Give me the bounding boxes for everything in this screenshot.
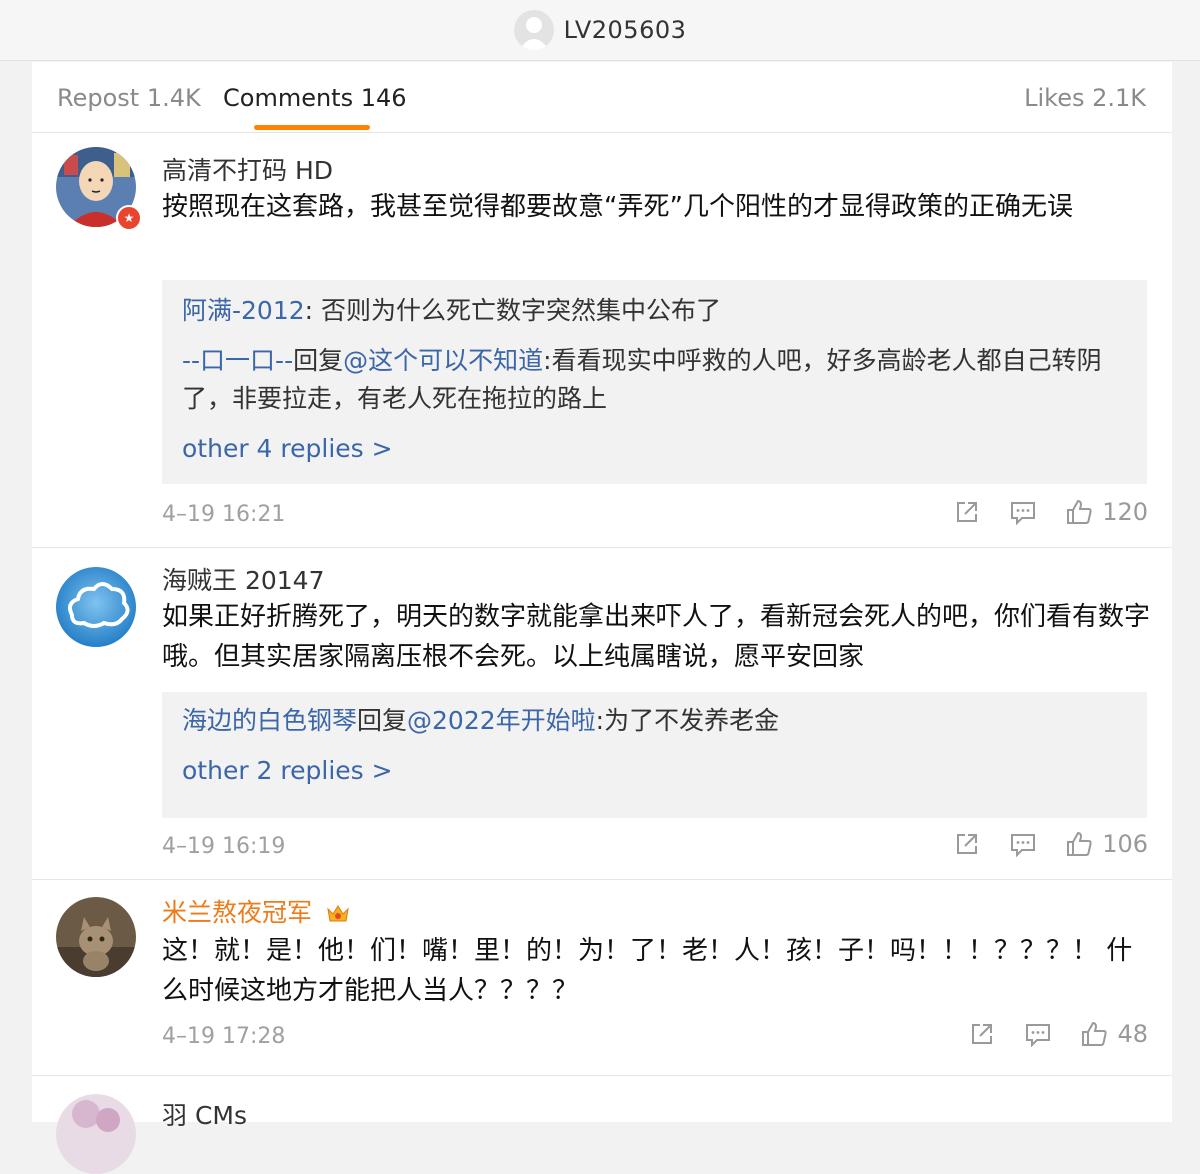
tab-bar: Repost 1.4K Comments 146 Likes 2.1K bbox=[32, 62, 1172, 133]
reply-line: --口一口--回复@这个可以不知道:看看现实中呼救的人吧，好多高龄老人都自己转阴… bbox=[182, 346, 1102, 413]
default-avatar-icon bbox=[518, 17, 549, 50]
avatar[interactable] bbox=[56, 1094, 136, 1174]
more-replies-link[interactable]: other 4 replies > bbox=[182, 430, 1127, 468]
repost-icon[interactable] bbox=[952, 829, 982, 859]
reply-line: 阿满-2012: 否则为什么死亡数字突然集中公布了 bbox=[182, 296, 722, 325]
repost-icon[interactable] bbox=[967, 1019, 997, 1049]
comment-time: 4–19 16:19 bbox=[162, 834, 286, 859]
like-count: 120 bbox=[1102, 498, 1148, 526]
more-replies-link[interactable]: other 2 replies > bbox=[182, 752, 1127, 790]
comment-text: 如果正好折腾死了，明天的数字就能拿出来吓人了，看新冠会死人的吧，你们看有数字哦。… bbox=[162, 602, 1151, 672]
reply-text: 为了不发养老金 bbox=[604, 706, 780, 735]
comments-panel: Repost 1.4K Comments 146 Likes 2.1K ★ 高清… bbox=[32, 62, 1172, 1174]
reply-username[interactable]: 阿满-2012 bbox=[182, 296, 305, 325]
divider bbox=[32, 547, 1172, 548]
comment-icon[interactable] bbox=[1008, 829, 1038, 859]
tab-likes[interactable]: Likes 2.1K bbox=[1024, 84, 1146, 112]
like-icon[interactable] bbox=[1064, 829, 1094, 859]
reply-text: 否则为什么死亡数字突然集中公布了 bbox=[321, 296, 722, 325]
repost-icon[interactable] bbox=[952, 497, 982, 527]
comment-time: 4–19 17:28 bbox=[162, 1024, 286, 1049]
top-bar: LV205603 bbox=[0, 0, 1200, 61]
comment-username[interactable]: 海贼王 20147 bbox=[162, 561, 324, 597]
like-icon[interactable] bbox=[1064, 497, 1094, 527]
comment-actions: 48 bbox=[941, 1019, 1148, 1049]
reply-mention[interactable]: @2022年开始啦 bbox=[407, 706, 596, 735]
like-icon[interactable] bbox=[1079, 1019, 1109, 1049]
comment-icon[interactable] bbox=[1023, 1019, 1053, 1049]
active-tab-indicator bbox=[254, 125, 370, 130]
crown-badge-icon bbox=[327, 905, 349, 922]
comment-username[interactable]: 羽 CMs bbox=[162, 1096, 247, 1132]
comment-actions: 120 bbox=[926, 497, 1148, 527]
comment-username[interactable]: 高清不打码 HD bbox=[162, 151, 333, 187]
reply-username[interactable]: --口一口-- bbox=[182, 346, 293, 375]
tab-comments[interactable]: Comments 146 bbox=[223, 84, 407, 112]
verified-badge-icon: ★ bbox=[116, 205, 142, 231]
profile-avatar[interactable] bbox=[513, 10, 554, 50]
reply-username[interactable]: 海边的白色钢琴 bbox=[182, 706, 357, 735]
like-count: 48 bbox=[1117, 1020, 1148, 1048]
comment-text: 这！就！是！他！们！嘴！里！的！为！了！老！人！孩！子！吗！！！？？？！ 什么时… bbox=[162, 936, 1133, 1006]
comment-actions: 106 bbox=[926, 829, 1148, 859]
like-count: 106 bbox=[1102, 830, 1148, 858]
reply-line: 海边的白色钢琴回复@2022年开始啦:为了不发养老金 bbox=[182, 706, 780, 735]
tab-repost[interactable]: Repost 1.4K bbox=[57, 84, 201, 112]
avatar[interactable] bbox=[56, 897, 136, 977]
avatar[interactable] bbox=[56, 567, 136, 647]
reply-box[interactable]: 阿满-2012: 否则为什么死亡数字突然集中公布了 --口一口--回复@这个可以… bbox=[162, 280, 1147, 484]
reply-mention[interactable]: @这个可以不知道 bbox=[343, 346, 543, 375]
reply-box[interactable]: 海边的白色钢琴回复@2022年开始啦:为了不发养老金 other 2 repli… bbox=[162, 692, 1147, 818]
divider bbox=[32, 1075, 1172, 1076]
profile-username[interactable]: LV205603 bbox=[564, 16, 687, 44]
comment-icon[interactable] bbox=[1008, 497, 1038, 527]
comment-username[interactable]: 米兰熬夜冠军 bbox=[162, 893, 350, 929]
comment-text: 按照现在这套路，我甚至觉得都要故意“弄死”几个阳性的才显得政策的正确无误 bbox=[162, 192, 1073, 222]
comment-time: 4–19 16:21 bbox=[162, 502, 286, 527]
divider bbox=[32, 879, 1172, 880]
